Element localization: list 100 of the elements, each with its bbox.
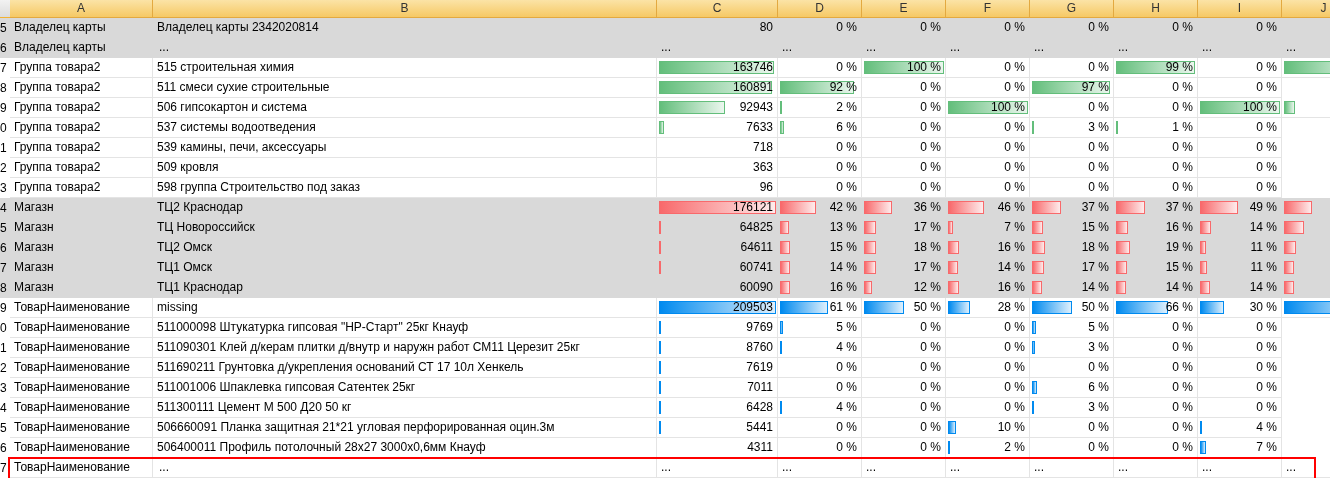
row-number[interactable]: 8: [0, 278, 10, 298]
table-cell: 14 %: [829, 260, 857, 274]
table-cell: 18 %: [913, 240, 941, 254]
table-cell: 0 %: [1004, 80, 1025, 94]
table-cell: 7633: [746, 120, 773, 134]
row-number[interactable]: 0: [0, 318, 10, 338]
table-cell: 19 %: [1165, 240, 1193, 254]
table-cell: 0 %: [1172, 20, 1193, 34]
column-header[interactable]: C: [657, 0, 778, 18]
table-cell: 28 %: [997, 300, 1025, 314]
table-cell: 80: [759, 20, 773, 34]
table-cell: 0 %: [1256, 160, 1277, 174]
row-number[interactable]: 7: [0, 258, 10, 278]
table-cell: 0 %: [920, 20, 941, 34]
table-cell: 14 %: [1165, 280, 1193, 294]
table-cell: 0 %: [1004, 140, 1025, 154]
table-cell: 0 %: [1256, 340, 1277, 354]
row-number[interactable]: 0: [0, 118, 10, 138]
table-cell: 3 %: [1088, 340, 1109, 354]
table-cell: 15 %: [1081, 220, 1109, 234]
table-cell: 0 %: [836, 380, 857, 394]
table-cell: 0 %: [1004, 120, 1025, 134]
row-number[interactable]: 3: [0, 178, 10, 198]
column-header[interactable]: J: [1282, 0, 1330, 18]
row-number[interactable]: 7: [0, 458, 10, 478]
table-cell: 511300111 Цемент М 500 Д20 50 кг: [157, 400, 352, 414]
row-number[interactable]: 3: [0, 378, 10, 398]
table-cell: 0 %: [836, 20, 857, 34]
row-number[interactable]: 6: [0, 438, 10, 458]
row-number[interactable]: 6: [0, 238, 10, 258]
table-cell: 0 %: [1172, 360, 1193, 374]
row-number[interactable]: 2: [0, 358, 10, 378]
table-cell: ...: [1202, 460, 1212, 474]
table-cell: 92 %: [829, 80, 857, 94]
table-cell: 4 %: [1256, 420, 1277, 434]
table-cell: 14 %: [997, 260, 1025, 274]
table-cell: 2 %: [836, 100, 857, 114]
table-cell: 17 %: [913, 220, 941, 234]
row-number[interactable]: 9: [0, 298, 10, 318]
table-cell: 10 %: [997, 420, 1025, 434]
table-cell: ...: [1118, 460, 1128, 474]
table-cell: 0 %: [920, 120, 941, 134]
table-cell: Владелец карты: [14, 40, 106, 54]
table-cell: 16 %: [997, 280, 1025, 294]
row-number[interactable]: 1: [0, 138, 10, 158]
table-cell: 100 %: [1242, 100, 1277, 114]
table-cell: 6428: [746, 400, 773, 414]
row-number[interactable]: 4: [0, 198, 10, 218]
table-cell: ...: [866, 40, 876, 54]
row-number[interactable]: 7: [0, 58, 10, 78]
row-number[interactable]: 5: [0, 218, 10, 238]
table-cell: ...: [661, 460, 671, 474]
table-cell: 2 %: [1004, 440, 1025, 454]
table-cell: 0 %: [1172, 420, 1193, 434]
column-header[interactable]: F: [946, 0, 1030, 18]
row-number[interactable]: 1: [0, 338, 10, 358]
table-cell: 0 %: [1256, 140, 1277, 154]
table-cell: 0 %: [1004, 60, 1025, 74]
row-number[interactable]: 8: [0, 78, 10, 98]
table-cell: 97 %: [1081, 80, 1109, 94]
table-cell: Группа товара2: [14, 60, 101, 74]
row-number[interactable]: 5: [0, 418, 10, 438]
table-cell: 0 %: [920, 160, 941, 174]
table-cell: ТоварНаименование: [14, 320, 130, 334]
table-cell: 50 %: [913, 300, 941, 314]
table-cell: 50 %: [1081, 300, 1109, 314]
table-cell: ТЦ Новороссийск: [157, 220, 255, 234]
row-number[interactable]: 9: [0, 98, 10, 118]
table-cell: 0 %: [1256, 180, 1277, 194]
column-header[interactable]: B: [153, 0, 657, 18]
table-cell: 0 %: [920, 80, 941, 94]
table-cell: 511001006 Шпаклевка гипсовая Сатентек 25кг: [157, 380, 416, 394]
select-all-corner[interactable]: [0, 0, 10, 18]
column-header[interactable]: D: [778, 0, 862, 18]
table-cell: 16 %: [829, 280, 857, 294]
table-cell: ...: [159, 460, 169, 474]
row-number[interactable]: 5: [0, 18, 10, 38]
column-header[interactable]: A: [10, 0, 153, 18]
table-cell: 511 смеси сухие строительные: [157, 80, 330, 94]
table-cell: 0 %: [920, 320, 941, 334]
table-cell: ...: [950, 460, 960, 474]
column-header[interactable]: G: [1030, 0, 1114, 18]
table-cell: ...: [1202, 40, 1212, 54]
table-cell: ...: [866, 460, 876, 474]
row-number[interactable]: 4: [0, 398, 10, 418]
table-cell: 0 %: [1256, 400, 1277, 414]
table-cell: ...: [1286, 40, 1296, 54]
table-cell: 0 %: [1256, 20, 1277, 34]
table-cell: 4311: [747, 440, 773, 454]
table-cell: missing: [157, 300, 198, 314]
table-cell: 0 %: [1172, 80, 1193, 94]
table-cell: 3 %: [1088, 120, 1109, 134]
table-cell: 511690211 Грунтовка д/укрепления оснований СТ 17 10л Хенкель: [157, 360, 524, 374]
column-header[interactable]: H: [1114, 0, 1198, 18]
column-header[interactable]: E: [862, 0, 946, 18]
column-header[interactable]: I: [1198, 0, 1282, 18]
table-cell: Группа товара2: [14, 80, 101, 94]
row-number[interactable]: 2: [0, 158, 10, 178]
row-number[interactable]: 6: [0, 38, 10, 58]
table-cell: ТЦ2 Краснодар: [157, 200, 243, 214]
